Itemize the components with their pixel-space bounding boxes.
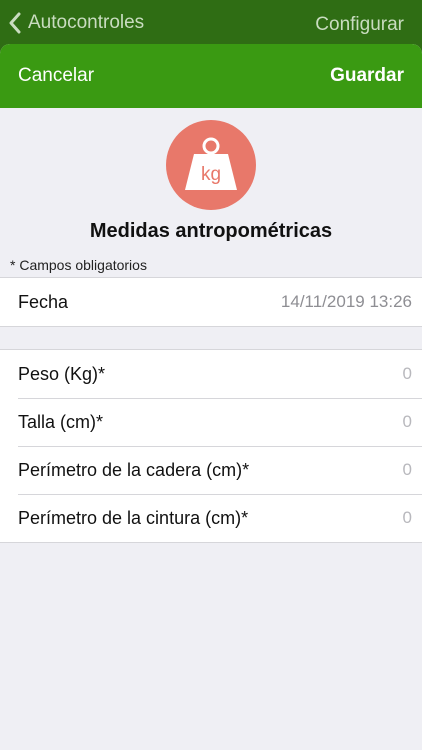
configure-button[interactable]: Configurar xyxy=(315,14,404,36)
date-value[interactable]: 14/11/2019 13:26 xyxy=(281,292,412,312)
hip-label: Perímetro de la cadera (cm)* xyxy=(18,459,250,480)
measurements-group: Peso (Kg)* Talla (cm)* Perímetro de la c… xyxy=(0,349,422,543)
modal-sheet: Cancelar Guardar kg Medidas antropométri… xyxy=(0,44,422,750)
chevron-left-icon xyxy=(9,12,21,34)
height-label: Talla (cm)* xyxy=(18,411,104,432)
waist-row[interactable]: Perímetro de la cintura (cm)* xyxy=(0,494,422,542)
height-input[interactable] xyxy=(292,412,412,432)
weight-label: Peso (Kg)* xyxy=(18,363,106,384)
date-row[interactable]: Fecha 14/11/2019 13:26 xyxy=(0,278,422,326)
back-label: Autocontroles xyxy=(28,12,145,33)
hero-section: kg Medidas antropométricas xyxy=(0,108,422,254)
weight-row[interactable]: Peso (Kg)* xyxy=(0,350,422,398)
sheet-header: Cancelar Guardar xyxy=(0,44,422,108)
cancel-button[interactable]: Cancelar xyxy=(18,65,94,87)
hip-input[interactable] xyxy=(292,460,412,480)
waist-input[interactable] xyxy=(292,508,412,528)
hip-row[interactable]: Perímetro de la cadera (cm)* xyxy=(0,446,422,494)
weight-icon-text: kg xyxy=(201,164,221,185)
weight-icon-badge: kg xyxy=(166,120,256,210)
waist-label: Perímetro de la cintura (cm)* xyxy=(18,507,249,528)
required-fields-note: * Campos obligatorios xyxy=(10,257,147,273)
height-row[interactable]: Talla (cm)* xyxy=(0,398,422,446)
save-button[interactable]: Guardar xyxy=(330,65,404,87)
weight-input[interactable] xyxy=(292,364,412,384)
page-title: Medidas antropométricas xyxy=(89,220,333,242)
date-label: Fecha xyxy=(18,291,69,312)
weight-icon: kg xyxy=(185,137,237,190)
date-group: Fecha 14/11/2019 13:26 xyxy=(0,277,422,327)
back-button[interactable]: Autocontroles xyxy=(8,12,144,34)
